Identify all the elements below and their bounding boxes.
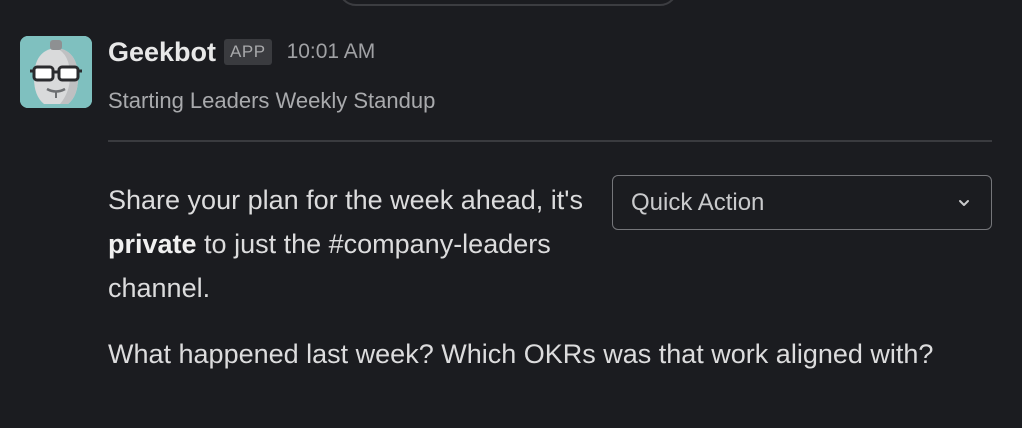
message-view: Geekbot APP 10:01 AM Starting Leaders We… [0, 0, 1022, 428]
chevron-down-icon [957, 198, 971, 208]
prompt-emphasis: private [108, 229, 197, 259]
sender-name[interactable]: Geekbot [108, 37, 216, 68]
avatar[interactable] [20, 36, 92, 108]
prompt-text-prefix: Share your plan for the week ahead, it's [108, 185, 583, 215]
standup-subtitle: Starting Leaders Weekly Standup [108, 88, 436, 113]
divider [108, 140, 992, 142]
quick-action-label: Quick Action [631, 188, 765, 216]
new-messages-pill[interactable] [338, 0, 678, 6]
standup-prompt: Share your plan for the week ahead, it's… [108, 178, 598, 310]
robot-avatar-icon [20, 36, 92, 108]
message-header: Geekbot APP 10:01 AM [108, 34, 375, 70]
standup-question: What happened last week? Which OKRs was … [108, 339, 934, 369]
message-timestamp[interactable]: 10:01 AM [287, 40, 376, 64]
quick-action-dropdown[interactable]: Quick Action [612, 175, 992, 230]
app-badge: APP [224, 39, 272, 65]
